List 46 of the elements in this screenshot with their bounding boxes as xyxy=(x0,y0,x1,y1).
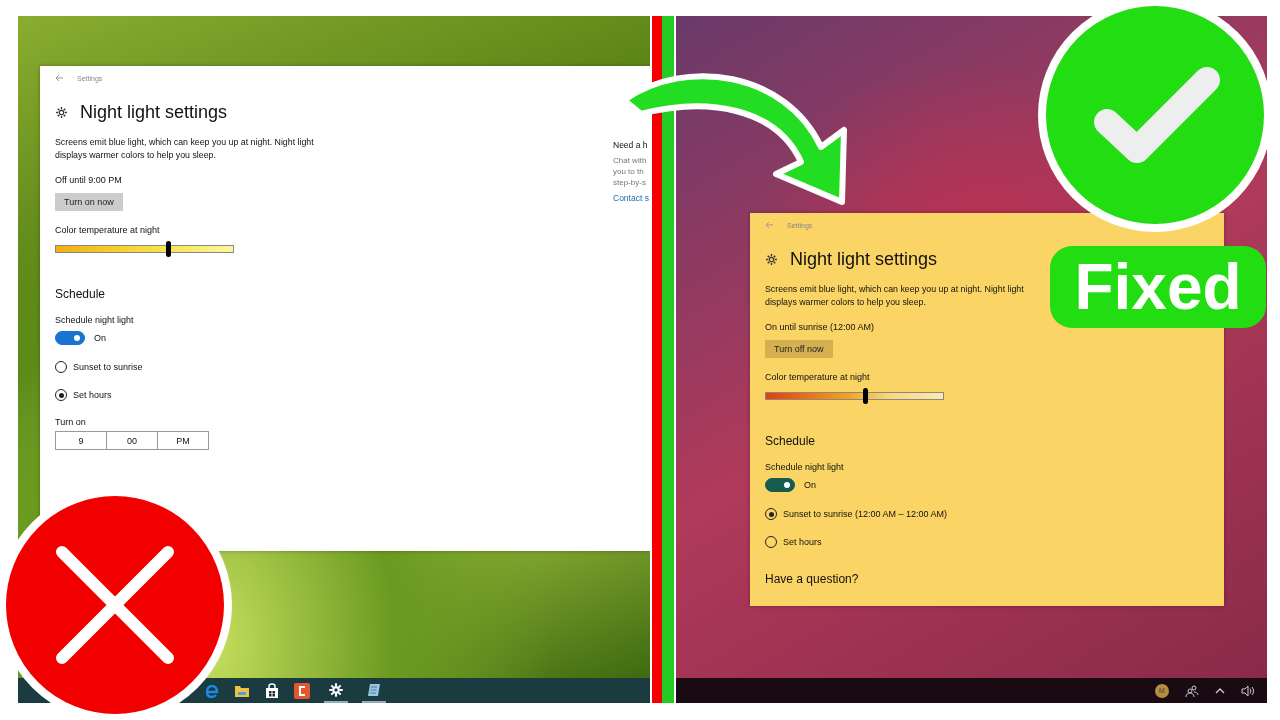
night-light-button[interactable]: Turn off now xyxy=(765,340,833,358)
help-text: step-by-s xyxy=(613,177,647,188)
people-icon[interactable] xyxy=(1185,683,1199,698)
app-icon[interactable] xyxy=(294,682,310,699)
back-arrow-icon[interactable] xyxy=(55,74,64,82)
gear-icon xyxy=(55,106,68,119)
radio-label[interactable]: Sunset to sunrise (12:00 AM – 12:00 AM) xyxy=(783,509,948,519)
toggle-switch[interactable] xyxy=(765,478,795,492)
slider-thumb[interactable] xyxy=(863,388,869,404)
help-text: Chat with xyxy=(613,155,648,166)
slider-thumb[interactable] xyxy=(165,241,171,257)
toggle-state-text: On xyxy=(804,480,816,490)
radio-label[interactable]: Set hours xyxy=(783,537,822,547)
slider-label: Color temperature at night xyxy=(765,372,871,382)
caret-up-icon[interactable] xyxy=(1215,687,1225,694)
time-picker-field[interactable]: 00 xyxy=(106,431,158,450)
night-light-button[interactable]: Turn on now xyxy=(55,193,123,211)
time-picker-field[interactable]: 9 xyxy=(55,431,107,450)
contact-link[interactable]: Contact s xyxy=(613,193,649,203)
setting-label: Turn on xyxy=(55,417,87,427)
section-heading: Schedule xyxy=(765,434,817,448)
store-icon[interactable] xyxy=(264,682,280,699)
toggle-switch[interactable] xyxy=(55,331,85,345)
setting-label: Schedule night light xyxy=(765,462,845,472)
description-text: Screens emit blue light, which can keep you up at night. Night light displays warmer colors to help you sleep. xyxy=(55,136,315,162)
fixed-badge: Fixed xyxy=(1050,246,1266,328)
help-text: you to th xyxy=(613,166,645,177)
toggle-state-text: On xyxy=(94,333,106,343)
description-text: Screens emit blue light, which can keep you up at night. Night light displays warmer colors to help you sleep. xyxy=(765,283,1025,309)
section-heading: Have a question? xyxy=(765,572,860,586)
notepad-icon[interactable] xyxy=(366,681,382,698)
status-text: Off until 9:00 PM xyxy=(55,175,123,185)
help-heading: Need a h xyxy=(613,140,649,150)
page-title: Night light settings xyxy=(80,102,228,123)
section-heading: Schedule xyxy=(55,287,107,301)
slider-label: Color temperature at night xyxy=(55,225,161,235)
status-text: On until sunrise (12:00 AM) xyxy=(765,322,876,332)
setting-label: Schedule night light xyxy=(55,315,135,325)
gear-icon xyxy=(765,253,778,266)
time-picker-field[interactable]: PM xyxy=(157,431,209,450)
browser-icon[interactable] xyxy=(204,682,220,699)
page-title: Night light settings xyxy=(790,249,938,270)
speaker-icon[interactable] xyxy=(1241,684,1255,697)
gear-icon[interactable] xyxy=(328,681,344,698)
radio-label[interactable]: Set hours xyxy=(73,390,112,400)
radio-label[interactable]: Sunset to sunrise xyxy=(73,362,143,372)
